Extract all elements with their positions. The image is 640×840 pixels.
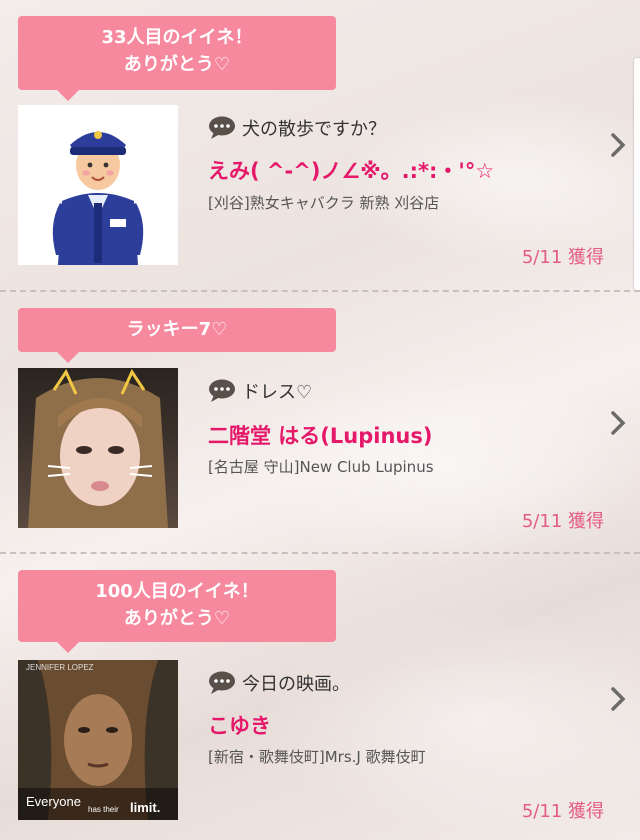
list-item[interactable]: ラッキー7♡ ドレス♡ 二階堂 はる(Lupinus) [名古屋 守山]New … bbox=[0, 290, 640, 552]
comment: 犬の散歩ですか？ bbox=[208, 115, 386, 141]
acquired-date: 5/11 獲得 bbox=[521, 247, 604, 268]
avatar[interactable]: JENNIFER LOPEZ Everyone has their limit. bbox=[18, 660, 178, 820]
avatar[interactable] bbox=[18, 368, 178, 528]
bubble-text-line1: 100人目のイイネ！ bbox=[95, 581, 259, 602]
cast-name[interactable]: こゆき bbox=[208, 710, 271, 740]
chevron-right-icon[interactable] bbox=[608, 132, 628, 158]
chevron-right-icon[interactable] bbox=[608, 686, 628, 712]
bubble-text-line1: ラッキー7♡ bbox=[126, 319, 228, 340]
comment: ドレス♡ bbox=[208, 378, 312, 404]
poster-tagline-2: has their bbox=[88, 805, 119, 814]
police-officer-illustration bbox=[52, 131, 144, 265]
cast-name[interactable]: えみ( ^-^)ノ∠※。.:*:・'°☆ bbox=[208, 155, 494, 185]
chat-bubble-icon bbox=[209, 671, 235, 694]
chat-bubble-icon bbox=[209, 379, 235, 402]
message-bubble: 100人目のイイネ！ ありがとう♡ bbox=[18, 570, 336, 653]
poster-title: JENNIFER LOPEZ bbox=[26, 663, 94, 672]
acquired-date: 5/11 獲得 bbox=[521, 511, 604, 532]
list-item[interactable]: 100人目のイイネ！ ありがとう♡ JENNIFER LOPEZ Everyon… bbox=[0, 552, 640, 840]
chevron-right-icon[interactable] bbox=[608, 410, 628, 436]
bubble-text-line2: ありがとう♡ bbox=[123, 54, 231, 75]
shop-name: [刈谷]熟女キャバクラ 新熟 刈谷店 bbox=[208, 194, 440, 212]
poster-tagline-1: Everyone bbox=[26, 794, 81, 809]
comment-text: ドレス♡ bbox=[242, 382, 313, 403]
chat-bubble-icon bbox=[209, 116, 235, 139]
list-item[interactable]: 33人目のイイネ！ ありがとう♡ 犬の散歩ですか？ えみ(^-^)ノ∠※。.:… bbox=[0, 0, 640, 290]
shop-name: [名古屋 守山]New Club Lupinus bbox=[208, 458, 434, 476]
avatar[interactable] bbox=[18, 105, 178, 265]
poster-tagline-3: limit. bbox=[130, 800, 160, 815]
message-bubble: 33人目のイイネ！ ありがとう♡ bbox=[18, 16, 336, 101]
shop-name: [新宿・歌舞伎町]Mrs.J 歌舞伎町 bbox=[208, 748, 426, 766]
bubble-text-line2: ありがとう♡ bbox=[123, 608, 231, 629]
woman-selfie-photo bbox=[28, 368, 168, 528]
comment-text: 犬の散歩ですか？ bbox=[242, 119, 386, 140]
message-bubble: ラッキー7♡ bbox=[18, 308, 336, 363]
comment: 今日の映画。 bbox=[208, 670, 350, 696]
cast-name[interactable]: 二階堂 はる(Lupinus) bbox=[208, 420, 432, 450]
acquired-date: 5/11 獲得 bbox=[521, 801, 604, 822]
comment-text: 今日の映画。 bbox=[242, 674, 350, 695]
movie-poster: JENNIFER LOPEZ Everyone has their limit. bbox=[18, 660, 178, 820]
bubble-text-line1: 33人目のイイネ！ bbox=[101, 27, 253, 48]
